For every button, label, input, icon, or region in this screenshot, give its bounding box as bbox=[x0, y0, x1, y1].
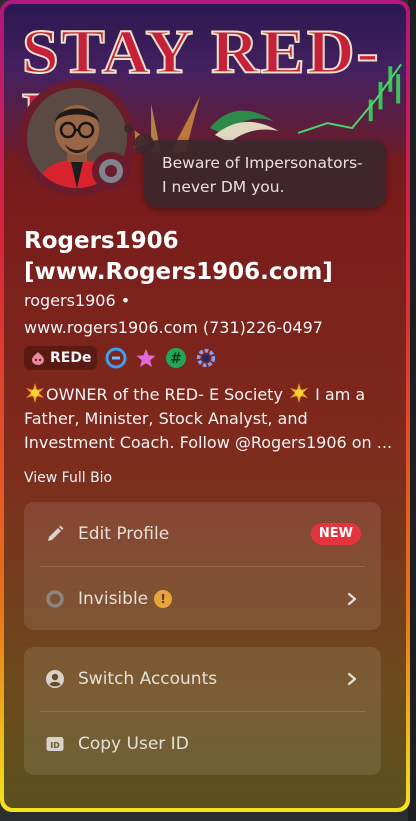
view-full-bio-link[interactable]: View Full Bio bbox=[24, 470, 112, 486]
sparkle-emoji-icon bbox=[24, 383, 46, 404]
pronouns-line: www.rogers1906.com (731)226-0497 bbox=[24, 318, 323, 337]
chevron-right-icon bbox=[347, 592, 357, 606]
account-actions-menu: Switch Accounts ID Copy User ID bbox=[24, 647, 381, 775]
nitro-boost-badge-icon[interactable] bbox=[105, 347, 127, 369]
edit-profile-button[interactable]: Edit Profile NEW bbox=[24, 502, 381, 566]
guild-tag-icon bbox=[32, 352, 44, 365]
username-line: rogers1906 • bbox=[24, 291, 130, 310]
display-name[interactable]: Rogers1906 [www.Rogers1906.com] bbox=[24, 226, 394, 288]
switch-accounts-button[interactable]: Switch Accounts bbox=[24, 647, 381, 711]
status-indicator bbox=[92, 152, 130, 190]
custom-status-text: Beware of Impersonators- I never DM you. bbox=[162, 154, 363, 196]
chevron-right-icon bbox=[347, 672, 357, 686]
account-icon bbox=[44, 668, 66, 690]
quest-badge-icon[interactable] bbox=[195, 347, 217, 369]
edit-profile-label: Edit Profile bbox=[78, 524, 170, 544]
new-badge: NEW bbox=[310, 523, 361, 545]
profile-popout: STAY RED-E Beware of Impe bbox=[0, 0, 410, 812]
custom-status-bubble[interactable]: Beware of Impersonators- I never DM you. bbox=[124, 124, 386, 208]
guild-tag-label: REDe bbox=[50, 350, 92, 366]
copy-user-id-label: Copy User ID bbox=[78, 734, 189, 754]
profile-actions-menu: Edit Profile NEW Invisible ! bbox=[24, 502, 381, 630]
svg-text:#: # bbox=[171, 351, 183, 367]
invisible-status-icon bbox=[44, 588, 66, 610]
svg-text:ID: ID bbox=[50, 741, 60, 750]
sparkle-emoji-icon bbox=[288, 383, 310, 404]
id-icon: ID bbox=[44, 733, 66, 755]
username-separator: • bbox=[120, 291, 131, 310]
copy-user-id-button[interactable]: ID Copy User ID bbox=[24, 712, 381, 776]
warning-icon: ! bbox=[154, 590, 173, 608]
hashtag-badge-icon[interactable]: # bbox=[165, 347, 187, 369]
bio: OWNER of the RED- E Society I am a Fathe… bbox=[24, 382, 394, 455]
profile-popout-inner: STAY RED-E Beware of Impe bbox=[4, 4, 406, 808]
username[interactable]: rogers1906 bbox=[24, 291, 116, 310]
badge-row: REDe # bbox=[24, 345, 217, 371]
star-badge-icon[interactable] bbox=[135, 347, 157, 369]
status-invisible-label: Invisible bbox=[78, 589, 149, 609]
guild-tag[interactable]: REDe bbox=[24, 346, 98, 370]
invisible-status-icon bbox=[99, 159, 123, 183]
pencil-icon bbox=[44, 523, 66, 545]
bio-text-part1: OWNER of the RED- E Society bbox=[46, 385, 283, 404]
status-invisible-button[interactable]: Invisible ! bbox=[24, 567, 381, 631]
switch-accounts-label: Switch Accounts bbox=[78, 669, 218, 689]
